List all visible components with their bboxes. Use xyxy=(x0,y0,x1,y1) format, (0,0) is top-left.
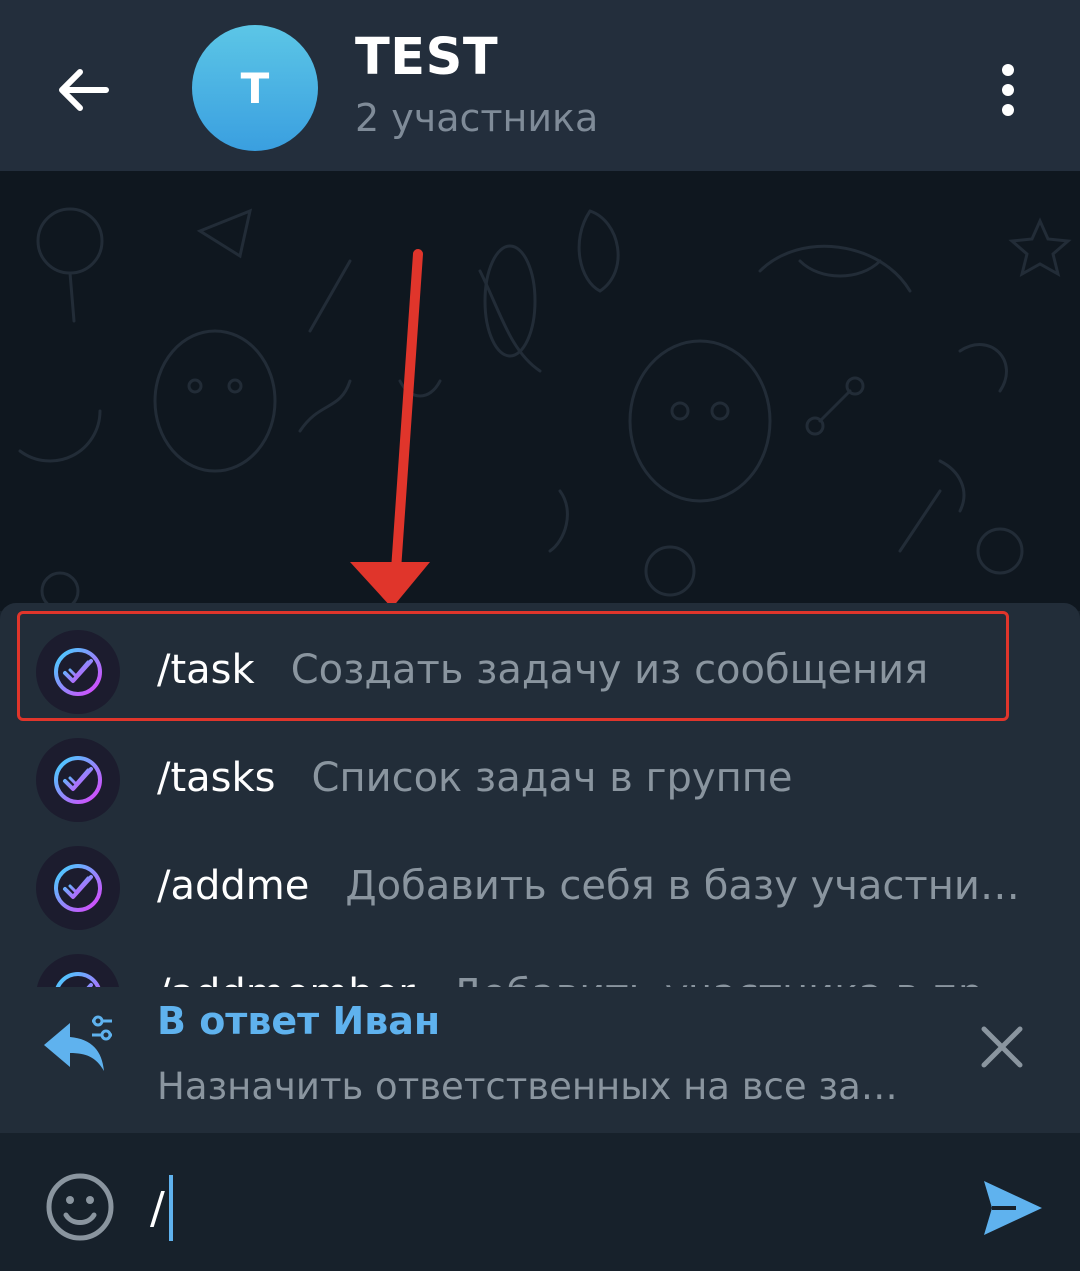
reply-icon xyxy=(44,1015,112,1071)
reply-preview: В ответ Иван Назначить ответственных на … xyxy=(0,987,1080,1133)
message-input-bar: / xyxy=(0,1133,1080,1271)
close-icon[interactable] xyxy=(976,1021,1028,1073)
command-item-addme[interactable]: /addme Добавить себя в базу участни… xyxy=(0,827,1080,935)
command-name: /tasks xyxy=(157,755,276,801)
chat-background xyxy=(0,171,1080,611)
text-caret xyxy=(168,1175,173,1241)
command-description: Добавить себя в базу участни… xyxy=(345,863,1020,909)
command-description: Список задач в группе xyxy=(311,755,793,801)
command-item-addmember[interactable]: /addmember Добавить участника в пр xyxy=(0,935,1080,987)
emoji-icon[interactable] xyxy=(44,1171,116,1243)
chat-title[interactable]: TEST xyxy=(355,28,498,87)
avatar[interactable]: T xyxy=(192,25,318,151)
more-vertical-icon xyxy=(1002,64,1014,116)
annotation-arrow xyxy=(350,249,430,608)
check-badge-icon xyxy=(36,738,120,822)
reply-author: В ответ Иван xyxy=(157,999,441,1043)
command-description: Добавить участника в пр xyxy=(451,971,984,987)
message-input[interactable]: / xyxy=(150,1175,930,1241)
command-name: /addme xyxy=(157,863,310,909)
reply-message-text: Назначить ответственных на все за… xyxy=(157,1065,898,1108)
check-badge-icon xyxy=(36,954,120,987)
check-badge-icon xyxy=(36,846,120,930)
more-button[interactable] xyxy=(984,58,1032,122)
command-item-tasks[interactable]: /tasks Список задач в группе xyxy=(0,719,1080,827)
chat-members-count: 2 участника xyxy=(355,96,599,140)
back-button[interactable] xyxy=(44,52,120,128)
message-input-value: / xyxy=(150,1182,165,1234)
annotation-highlight-box xyxy=(17,611,1009,721)
arrow-left-icon xyxy=(59,69,109,111)
command-name: /addmember xyxy=(157,971,415,987)
chat-header: T TEST 2 участника xyxy=(0,0,1080,171)
doodle-pattern xyxy=(18,207,1072,611)
send-icon[interactable] xyxy=(980,1177,1046,1239)
